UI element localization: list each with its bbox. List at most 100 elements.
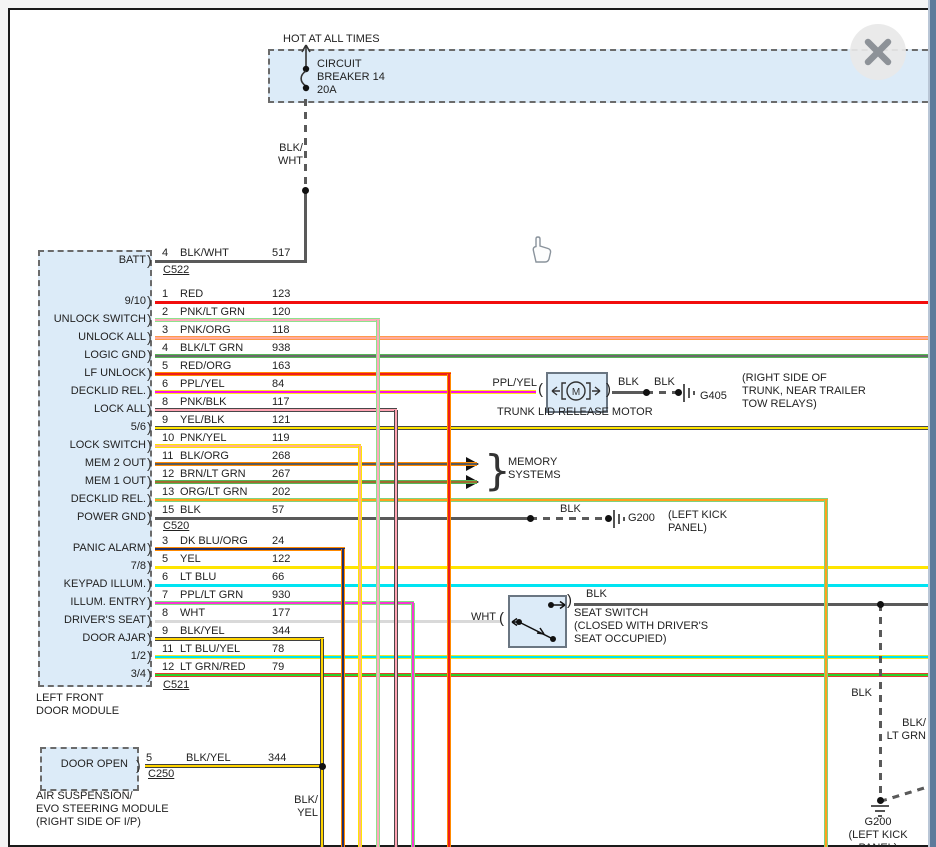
pin-row-label: MEM 1 OUT	[18, 475, 146, 488]
wire-v-org-ltgrn	[824, 500, 828, 847]
pin-row-label: BATT	[18, 254, 146, 267]
wire-v-red-org	[447, 374, 451, 847]
right-diag-color-2: LT GRN	[887, 730, 926, 743]
pin-number: 5	[162, 553, 168, 566]
junction-dot	[675, 389, 682, 396]
circuit-number: 517	[272, 247, 290, 260]
pin-connector-arc: )	[136, 757, 141, 773]
circuit-number: 202	[272, 486, 290, 499]
breaker-name-line1: CIRCUIT	[317, 58, 362, 71]
connector-c250-label: C250	[148, 768, 174, 781]
g200-bottom-loc-1: (LEFT KICK	[848, 829, 907, 842]
pin-row-label: LOCK SWITCH	[18, 439, 146, 452]
circuit-number: 121	[272, 414, 290, 427]
pin-connector-arc: )	[147, 401, 152, 417]
seat-switch-name-line2: (CLOSED WITH DRIVER'S	[574, 620, 708, 633]
pin-connector-arc: )	[147, 329, 152, 345]
wire-color-name: PNK/LT GRN	[180, 306, 245, 319]
pin-connector-arc: )	[147, 594, 152, 610]
pin-connector-arc: )	[147, 509, 152, 525]
breaker-rating: 20A	[317, 84, 337, 97]
circuit-number: 938	[272, 342, 290, 355]
circuit-number: 177	[272, 607, 290, 620]
pin-connector-arc: )	[147, 630, 152, 646]
door-module-name-line2: DOOR MODULE	[36, 705, 119, 718]
g405-label: G405	[700, 390, 727, 403]
viewer-right-edge	[928, 0, 936, 847]
wire-color-name: BLK/WHT	[180, 247, 229, 260]
pin-number: 7	[162, 589, 168, 602]
pin-connector-arc: )	[147, 666, 152, 682]
close-button[interactable]	[850, 24, 906, 80]
pin-number: 1	[162, 288, 168, 301]
door-open-label: DOOR OPEN	[45, 758, 128, 771]
pin-row-label: 9/10	[18, 295, 146, 308]
pin-row-label: 3/4	[18, 668, 146, 681]
right-diag-color-1: BLK/	[902, 717, 926, 730]
seat-conn-close: )	[567, 594, 572, 607]
pin-number: 2	[162, 306, 168, 319]
g200-bottom-label: G200	[865, 816, 892, 829]
pin-connector-arc: )	[147, 347, 152, 363]
wire-color-name: BRN/LT GRN	[180, 468, 246, 481]
pin-row-label: ILLUM. ENTRY	[18, 596, 146, 609]
wire-color-name: ORG/LT GRN	[180, 486, 247, 499]
motor-icon: M	[548, 374, 604, 408]
junction-dot	[877, 797, 884, 804]
pin-connector-arc: )	[147, 558, 152, 574]
wire-color-name: YEL/BLK	[180, 414, 225, 427]
circuit-number: 24	[272, 535, 284, 548]
motor-out-color: BLK	[618, 376, 639, 389]
seat-switch-name-line3: SEAT OCCUPIED)	[574, 633, 667, 646]
feed-color-line1: BLK/	[279, 142, 303, 155]
wire-color-name: PPL/YEL	[180, 378, 225, 391]
memory-systems-line2: SYSTEMS	[508, 469, 561, 482]
trunk-motor-location-line1: (RIGHT SIDE OF	[742, 372, 827, 385]
pin-number: 5	[146, 752, 152, 765]
circuit-number: 344	[268, 752, 286, 765]
pin-row-label: DRIVER'S SEAT	[18, 614, 146, 627]
pin-connector-arc: )	[147, 365, 152, 381]
cursor-hand-icon	[528, 234, 554, 264]
wire-color-name: DK BLU/ORG	[180, 535, 248, 548]
pin-number: 11	[162, 450, 173, 463]
trunk-motor-location-line2: TRUNK, NEAR TRAILER	[742, 385, 866, 398]
close-icon	[850, 24, 906, 80]
circuit-number: 84	[272, 378, 284, 391]
g200-bottom-loc-2: PANEL)	[859, 842, 898, 847]
pin-row-label: PANIC ALARM	[18, 542, 146, 555]
junction-dot	[527, 515, 534, 522]
air-suspension-line1: AIR SUSPENSION/	[36, 790, 133, 803]
pin-number: 6	[162, 378, 168, 391]
circuit-number: 79	[272, 661, 284, 674]
pin-number: 3	[162, 324, 168, 337]
top-margin	[0, 0, 936, 8]
wire-v-blk-yel	[320, 639, 324, 847]
pin-connector-arc: )	[147, 437, 152, 453]
pin-row-label: 7/8	[18, 560, 146, 573]
pin-row-label: MEM 2 OUT	[18, 457, 146, 470]
feed-color-line2: WHT	[278, 155, 303, 168]
pin-connector-arc: )	[147, 612, 152, 628]
wire-color-name: PNK/YEL	[180, 432, 226, 445]
pin-connector-arc: )	[147, 648, 152, 664]
pin-row-label: UNLOCK SWITCH	[18, 313, 146, 326]
right-drop-color: BLK	[851, 687, 872, 700]
pin-row-label: 5/6	[18, 421, 146, 434]
door-drop-color-1: BLK/	[294, 794, 318, 807]
wire-color-name: RED/ORG	[180, 360, 231, 373]
pin-number: 11	[162, 643, 173, 656]
circuit-number: 122	[272, 553, 290, 566]
g200-mid-location-line2: PANEL)	[668, 522, 707, 535]
trunk-motor-location-line3: TOW RELAYS)	[742, 398, 817, 411]
junction-dot	[605, 515, 612, 522]
circuit-number: 930	[272, 589, 290, 602]
pin-connector-arc: )	[147, 293, 152, 309]
wire-color-name: RED	[180, 288, 203, 301]
pin-row-label: POWER GND	[18, 511, 146, 524]
circuit-number: 78	[272, 643, 284, 656]
pin-connector-arc: )	[147, 455, 152, 471]
wire-color-name: BLK/YEL	[180, 625, 225, 638]
motor-symbol: M	[572, 387, 580, 398]
pin-row-label: UNLOCK ALL	[18, 331, 146, 344]
